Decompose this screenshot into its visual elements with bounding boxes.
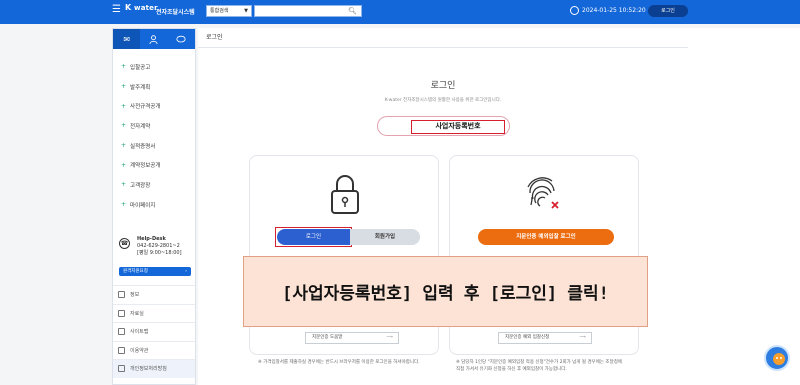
- plus-icon: +: [121, 142, 127, 150]
- sidebar-tabs: ✉: [113, 29, 195, 49]
- chat-icon[interactable]: [168, 29, 195, 49]
- helpdesk-phone: 042-629-2801~2: [137, 243, 180, 249]
- search-input[interactable]: 🔍︎: [254, 5, 362, 17]
- fingerprint-exception-login-button[interactable]: 지문인증 예외입찰 로그인: [478, 229, 614, 245]
- signup-button[interactable]: 회원가입: [350, 229, 420, 245]
- chatbot-icon[interactable]: [764, 345, 790, 371]
- instruction-text: [사업자등록번호] 입력 후 [로그인] 클릭!: [282, 284, 609, 304]
- chatbot-eye: [780, 357, 782, 359]
- fingerprint-exception-apply-label: 지문인증 예외 입찰신청: [505, 335, 550, 340]
- document-icon: [118, 346, 125, 354]
- fingerprint-icon: [527, 177, 562, 212]
- remote-support-label: 원격지원요청: [123, 269, 148, 274]
- main-content: 로그인 로그인 K-water 전자조달시스템의 원활한 사용을 위한 로그인입…: [198, 28, 800, 385]
- sitemap-icon: [118, 328, 125, 336]
- sidebar-item-order-plan[interactable]: + 발주계획: [113, 77, 195, 97]
- user-icon[interactable]: [140, 29, 167, 49]
- fingerprint-exception-apply-button[interactable]: 지문인증 예외 입찰신청 ⟶: [498, 332, 592, 344]
- sidebar-link-label: 개인정보처리방침: [130, 366, 167, 373]
- helpdesk-title: Help-Desk: [137, 236, 166, 242]
- plus-icon: +: [121, 181, 127, 189]
- search-scope-select[interactable]: 통합검색 ▼: [206, 5, 252, 17]
- sidebar-item-label: 고객광장: [130, 182, 151, 189]
- chatbot-face: [773, 353, 785, 365]
- sidebar-links: 정보 자료실 사이트맵 이용약관 개인정보처리방침: [113, 285, 195, 378]
- instruction-overlay: [사업자등록번호] 입력 후 [로그인] 클릭!: [243, 256, 648, 327]
- sidebar: ✉ + 입찰공고 + 발주계획 + 사전규격공개 + 전자계약 + 실적증명서 + 계약정보…: [112, 28, 196, 385]
- sidebar-item-mypage[interactable]: + 마이페이지: [113, 195, 195, 215]
- helpdesk-info: Help-Desk 042-629-2801~2 [평일 9:00~18:00]: [137, 236, 191, 257]
- plus-icon: +: [121, 63, 127, 71]
- kwater-logo[interactable]: K water: [125, 3, 158, 12]
- clock-icon: [570, 6, 579, 15]
- header-login-button[interactable]: 로그인: [648, 5, 688, 17]
- sidebar-item-label: 발주계획: [130, 84, 151, 91]
- mail-icon[interactable]: ✉: [113, 29, 141, 49]
- logo-text: water: [134, 4, 158, 12]
- arrow-right-icon: ⟶: [386, 335, 393, 340]
- sidebar-link-label: 자료실: [130, 310, 144, 317]
- sidebar-item-pre-spec[interactable]: + 사전규격공개: [113, 96, 195, 116]
- sidebar-link-label: 정보: [130, 292, 140, 299]
- helpdesk: ☎ Help-Desk 042-629-2801~2 [평일 9:00~18:0…: [119, 236, 191, 257]
- plus-icon: +: [121, 201, 127, 209]
- sidebar-item-label: 사전규격공개: [130, 104, 161, 111]
- sidebar-link-sitemap[interactable]: 사이트맵: [113, 322, 195, 341]
- note-left: ※ 가격입찰서를 제출하실 경우에는 반드시 브라우저를 이용한 로그인을 하셔…: [258, 360, 420, 365]
- current-datetime: 2024-01-25 10:52:20: [582, 7, 646, 14]
- plus-icon: +: [121, 83, 127, 91]
- search-scope-value: 통합검색: [210, 8, 229, 14]
- bizno-tab[interactable]: 사업자등록번호: [411, 120, 505, 134]
- folder-icon: [118, 309, 125, 317]
- lock-small-icon: [118, 365, 125, 373]
- search-icon[interactable]: 🔍︎: [348, 7, 357, 15]
- plus-icon: +: [121, 102, 127, 110]
- chevron-down-icon: ▼: [244, 8, 248, 14]
- hamburger-menu-icon[interactable]: ☰: [112, 4, 122, 16]
- sidebar-menu: + 입찰공고 + 발주계획 + 사전규격공개 + 전자계약 + 실적증명서 + 계약정보공개…: [113, 49, 195, 215]
- remote-support-button[interactable]: 원격지원요청 ›: [119, 267, 191, 276]
- sidebar-link-privacy[interactable]: 개인정보처리방침: [113, 359, 195, 378]
- divider: [198, 47, 688, 48]
- helpdesk-hours: [평일 9:00~18:00]: [137, 250, 182, 256]
- info-icon: [118, 291, 125, 299]
- lock-icon: [331, 175, 359, 214]
- logo-k: K: [125, 3, 132, 12]
- sidebar-item-label: 실적증명서: [130, 143, 156, 150]
- sidebar-item-label: 계약정보공개: [130, 163, 161, 170]
- page-title: 로그인: [430, 81, 456, 91]
- plus-icon: +: [121, 122, 127, 130]
- sidebar-link-label: 사이트맵: [130, 329, 149, 336]
- sidebar-item-label: 마이페이지: [130, 202, 156, 209]
- top-bar: ☰ K water 전자조달시스템 통합검색 ▼ 🔍︎ 2024-01-25 10…: [0, 0, 800, 24]
- chevron-right-icon: ›: [185, 269, 187, 274]
- sidebar-item-label: 전자계약: [130, 123, 151, 130]
- chatbot-eye: [776, 357, 778, 359]
- sidebar-item-label: 입찰공고: [130, 64, 151, 71]
- sidebar-item-customer-plaza[interactable]: + 고객광장: [113, 175, 195, 195]
- sidebar-item-performance-cert[interactable]: + 실적증명서: [113, 136, 195, 156]
- breadcrumb: 로그인: [206, 34, 223, 41]
- arrow-right-icon: ⟶: [579, 335, 586, 340]
- system-title: 전자조달시스템: [156, 9, 195, 16]
- sidebar-item-bid-notice[interactable]: + 입찰공고: [113, 57, 195, 77]
- sidebar-link-label: 이용약관: [130, 347, 149, 354]
- fingerprint-help-button[interactable]: 지문인증 도움말 ⟶: [305, 332, 399, 344]
- sidebar-link-info[interactable]: 정보: [113, 285, 195, 304]
- sidebar-item-e-contract[interactable]: + 전자계약: [113, 116, 195, 136]
- note-right: ※ 담당자 1인당 "지문인증 예외입찰 적용 신청"건수가 2회가 넘게 될 …: [456, 360, 622, 372]
- page-subtitle: K-water 전자조달시스템의 원활한 사용을 위한 로그인입니다.: [384, 98, 502, 103]
- login-button-highlight: [275, 227, 352, 247]
- phone-icon: ☎: [119, 238, 130, 249]
- sidebar-item-contract-info[interactable]: + 계약정보공개: [113, 155, 195, 175]
- fingerprint-help-label: 지문인증 도움말: [312, 335, 343, 340]
- sidebar-link-archive[interactable]: 자료실: [113, 303, 195, 323]
- plus-icon: +: [121, 161, 127, 169]
- sidebar-link-terms[interactable]: 이용약관: [113, 340, 195, 360]
